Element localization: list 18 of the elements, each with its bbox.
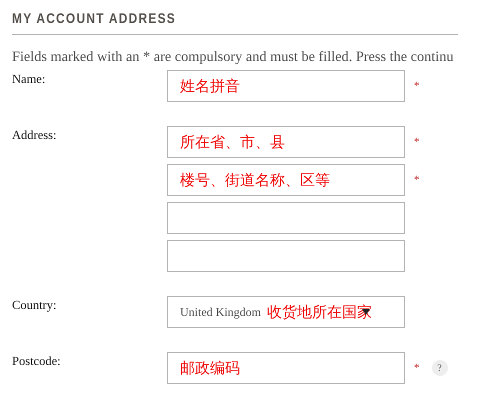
help-icon[interactable]: ? [432,360,448,376]
required-mark: * [414,136,420,148]
field-label: Address: [12,127,58,144]
notice-text: Fields marked with an * are compulsory and must be filled. Press the continu [12,49,455,66]
input-field[interactable]: 所在省、市、县 [167,126,405,158]
input-field[interactable] [167,240,405,272]
field-label: Name: [12,71,46,88]
input-field[interactable] [167,202,405,234]
page-heading: MY ACCOUNT ADDRESS [12,9,177,28]
input-field[interactable]: 邮政编码 [167,352,405,384]
required-mark: * [414,362,420,374]
input-field[interactable]: 姓名拼音 [167,70,405,102]
dropdown-arrow-icon [362,309,370,315]
field-label: Postcode: [12,353,62,370]
input-field[interactable]: 楼号、街道名称、区等 [167,164,405,196]
required-mark: * [414,80,420,92]
required-mark: * [414,174,420,186]
field-label: Country: [12,297,58,314]
